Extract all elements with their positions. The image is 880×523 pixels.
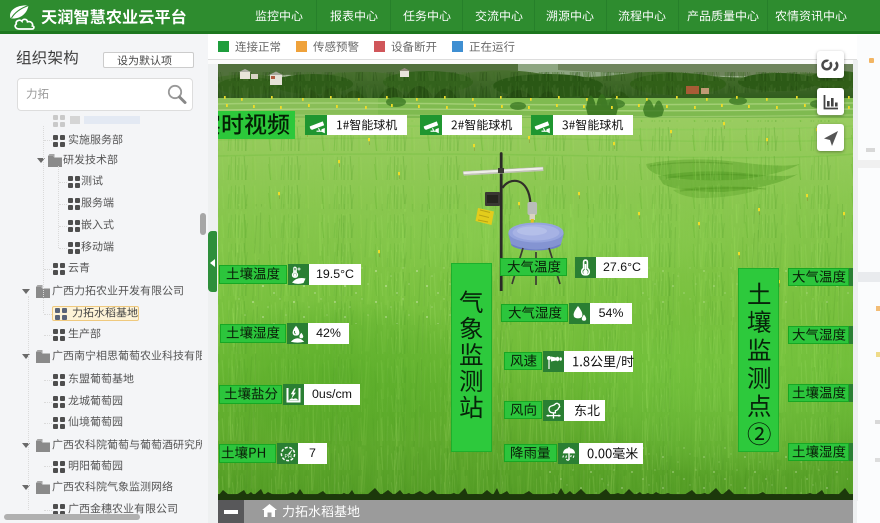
svg-text:PH: PH — [284, 454, 291, 460]
